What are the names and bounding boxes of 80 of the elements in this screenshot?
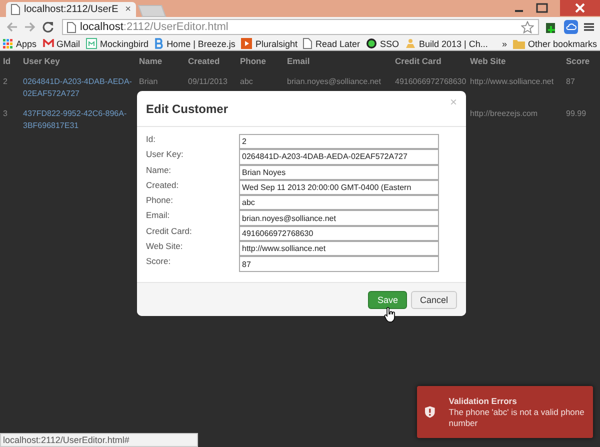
address-bar[interactable]: localhost:2112/UserEditor.html <box>62 19 539 35</box>
field-label: Name: <box>146 164 172 175</box>
table-cell-text: http://breezejs.com <box>469 108 539 120</box>
m-logo-icon <box>86 38 98 49</box>
input-field[interactable]: 0264841D-A203-4DAB-AEDA-02EAF572A727 <box>239 149 439 165</box>
field-label: Phone: <box>146 195 174 206</box>
bookmark-link[interactable]: SSO <box>366 38 400 49</box>
field-label: Credit Card: <box>146 226 193 236</box>
column-header: User Key <box>22 56 61 66</box>
restore-icon[interactable] <box>536 3 548 13</box>
input-field[interactable]: brian.noyes@solliance.net <box>239 210 439 226</box>
table-cell-text: 4916066972768630 <box>394 76 467 88</box>
bookmark-link[interactable]: Mockingbird <box>86 38 149 49</box>
mail-icon <box>42 39 54 48</box>
input-field[interactable]: abc <box>239 195 439 210</box>
page-icon <box>303 38 312 49</box>
input-field[interactable]: 2 <box>239 134 439 150</box>
figure-icon <box>405 38 416 49</box>
input-field[interactable]: Brian Noyes <box>239 164 439 180</box>
table-cell-text: abc <box>239 76 254 88</box>
column-header: Score <box>565 56 591 66</box>
more-bookmarks-button[interactable]: » <box>502 38 507 48</box>
table-cell-text: brian.noyes@solliance.net <box>286 76 382 88</box>
column-header: Name <box>138 56 164 66</box>
cloud-icon[interactable] <box>564 20 578 34</box>
toast-title: Validation Errors <box>448 396 518 406</box>
extension-icon[interactable] <box>545 20 558 34</box>
bookmark-link[interactable]: Home | Breeze.js <box>154 38 236 49</box>
column-header: Credit Card <box>394 56 442 66</box>
url-text: localhost:2112/UserEditor.html <box>80 21 230 33</box>
close-icon <box>575 3 585 13</box>
bookmark-link[interactable]: GMail <box>42 38 80 48</box>
input-field[interactable]: 4916066972768630 <box>239 226 439 242</box>
status-bar-url: localhost:2112/UserEditor.html# <box>0 433 198 447</box>
menu-icon[interactable] <box>584 22 594 32</box>
bookmark-link[interactable]: Pluralsight <box>241 38 298 49</box>
other-bookmarks-link[interactable]: Other bookmarks <box>512 38 597 48</box>
table-cell-text: 2 <box>2 76 8 88</box>
lock-icon <box>366 38 377 49</box>
table-cell-text: http://www.solliance.net <box>469 76 555 88</box>
field-label: Score: <box>146 256 172 266</box>
save-button[interactable]: Save <box>368 290 407 308</box>
user-key-link[interactable]: 437FD822-9952-42C6-896A-3BF696817E31 <box>20 108 136 132</box>
tab-close-button[interactable]: × <box>125 4 131 15</box>
dialog-title: Edit Customer <box>146 102 228 116</box>
table-cell-text: Brian <box>138 76 159 88</box>
field-label: Web Site: <box>146 241 184 252</box>
cancel-button[interactable]: Cancel <box>410 290 457 308</box>
bookmark-link[interactable]: Apps <box>3 38 37 48</box>
toast-message: The phone 'abc' is not a valid phone number <box>448 406 585 428</box>
page-icon <box>11 4 20 15</box>
input-field[interactable]: 87 <box>239 256 439 272</box>
close-window-button[interactable] <box>560 0 600 16</box>
b-logo-icon <box>154 38 164 49</box>
table-cell-text: 99.99 <box>565 108 588 120</box>
input-field[interactable]: http://www.solliance.net <box>239 241 439 256</box>
field-label: Created: <box>146 180 180 190</box>
input-field[interactable]: Wed Sep 11 2013 20:00:00 GMT-0400 (Eastern <box>239 180 439 196</box>
field-label: Id: <box>146 134 156 144</box>
bookmark-link[interactable]: Read Later <box>303 38 360 49</box>
field-label: Email: <box>146 210 171 220</box>
column-header: Email <box>286 56 311 66</box>
star-icon[interactable] <box>521 20 534 34</box>
grid-icon <box>3 38 13 48</box>
column-header: Phone <box>239 56 267 66</box>
browser-tab[interactable]: localhost:2112/UserE × <box>6 2 136 17</box>
page-icon <box>67 22 76 32</box>
table-cell-text: 87 <box>565 76 576 88</box>
column-header: Created <box>187 56 221 66</box>
reload-icon[interactable] <box>42 21 54 33</box>
play-icon <box>241 38 252 49</box>
bookmark-link[interactable]: Build 2013 | Ch... <box>405 38 488 49</box>
tab-title: localhost:2112/UserE <box>24 4 120 15</box>
shield-warning-icon <box>425 405 435 419</box>
table-cell-text: 09/11/2013 <box>187 76 228 88</box>
column-header: Id <box>2 56 12 66</box>
table-cell-text: 3 <box>2 108 8 120</box>
column-header: Web Site <box>469 56 507 66</box>
user-key-link[interactable]: 0264841D-A203-4DAB-AEDA-02EAF572A727 <box>20 76 136 100</box>
field-label: User Key: <box>146 149 184 160</box>
